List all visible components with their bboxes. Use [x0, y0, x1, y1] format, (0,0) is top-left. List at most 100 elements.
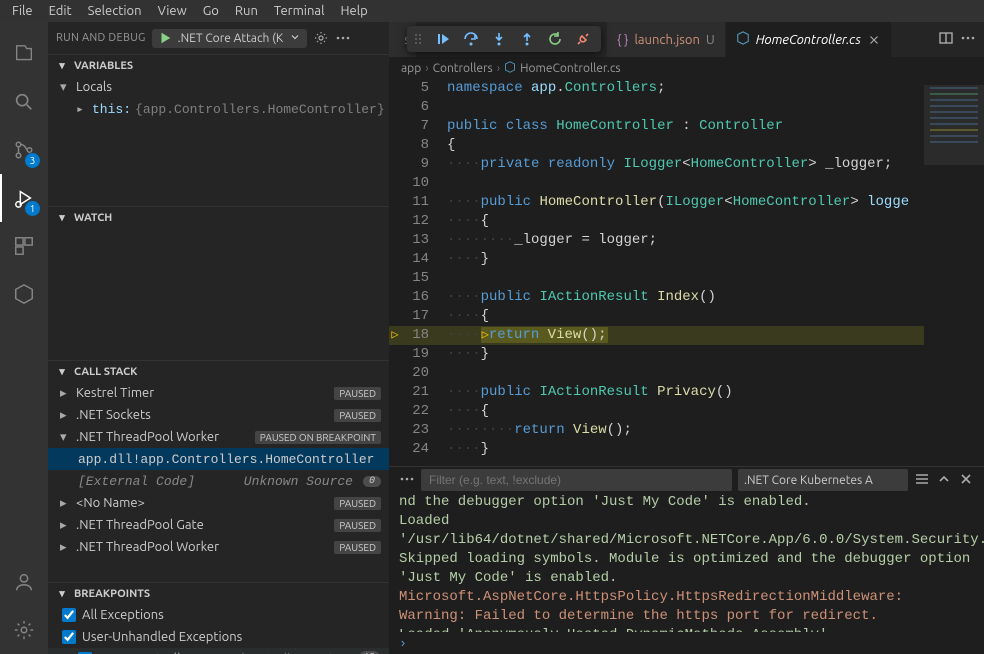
tab-launch-label: launch.json — [634, 33, 699, 47]
breadcrumb[interactable]: app › Controllers › HomeController.cs — [389, 57, 984, 79]
close-icon[interactable] — [958, 471, 974, 490]
menu-edit[interactable]: Edit — [41, 2, 80, 20]
restart-button[interactable] — [543, 27, 567, 51]
menu-help[interactable]: Help — [332, 2, 375, 20]
chevron-up-icon[interactable] — [936, 471, 952, 490]
run-config-name: .NET Core Attach (K — [178, 32, 284, 45]
thread-label: .NET ThreadPool Worker — [76, 540, 330, 554]
more-icon[interactable] — [960, 30, 976, 49]
breakpoint-line: 18 — [358, 651, 381, 654]
stack-frame[interactable]: app.dll!app.Controllers.HomeController — [48, 448, 389, 470]
search-icon[interactable] — [0, 78, 48, 126]
debug-icon[interactable]: 1 — [0, 174, 48, 222]
breadcrumb-item[interactable]: app — [401, 62, 421, 75]
chevron-right-icon: ▸ — [60, 386, 72, 401]
thread-row[interactable]: ▾.NET ThreadPool WorkerPAUSED ON BREAKPO… — [48, 426, 389, 448]
console-source-select[interactable]: .NET Core Kubernetes A — [738, 469, 908, 491]
thread-state: PAUSED ON BREAKPOINT — [255, 431, 381, 444]
scope-locals-label: Locals — [76, 80, 112, 94]
menu-bar: File Edit Selection View Go Run Terminal… — [0, 0, 984, 22]
section-breakpoints[interactable]: ▾ BREAKPOINTS — [48, 582, 389, 604]
scope-locals[interactable]: ▾ Locals — [48, 76, 389, 98]
wrap-icon[interactable] — [914, 471, 930, 490]
stack-frame-external[interactable]: [External Code]Unknown Source0 — [48, 470, 389, 492]
console-output[interactable]: nd the debugger option 'Just My Code' is… — [389, 493, 984, 632]
prompt-icon: › — [399, 636, 413, 651]
breakpoint-row[interactable]: HomeController.cs app/Controllers 18 — [48, 648, 389, 654]
chevron-right-icon: ▸ — [60, 518, 72, 533]
debug-console-panel: .NET Core Kubernetes A nd the debugger o… — [389, 466, 984, 654]
breadcrumb-item[interactable]: Controllers — [433, 62, 493, 75]
drag-handle-icon[interactable] — [409, 31, 427, 47]
callstack-body: ▸Kestrel TimerPAUSED ▸.NET SocketsPAUSED… — [48, 382, 389, 582]
section-callstack[interactable]: ▾ CALL STACK — [48, 360, 389, 382]
debug-sidebar: RUN AND DEBUG .NET Core Attach (K ▾ VARI… — [48, 22, 389, 654]
play-icon[interactable] — [158, 31, 172, 45]
breakpoint-checkbox[interactable] — [62, 608, 76, 622]
menu-terminal[interactable]: Terminal — [266, 2, 333, 20]
split-editor-icon[interactable] — [938, 30, 954, 49]
execution-pointer-icon: ▷ — [391, 326, 398, 345]
console-line: Microsoft.AspNetCore.HttpsPolicy.HttpsRe… — [399, 588, 974, 626]
breakpoint-checkbox[interactable] — [62, 630, 76, 644]
continue-button[interactable] — [431, 27, 455, 51]
menu-run[interactable]: Run — [227, 2, 266, 20]
more-icon[interactable] — [335, 30, 351, 46]
settings-icon[interactable] — [0, 606, 48, 654]
edit-icon[interactable] — [322, 651, 336, 654]
chevron-down-icon: ▾ — [60, 80, 72, 95]
activity-bar: 3 1 — [0, 22, 48, 654]
thread-label: .NET ThreadPool Gate — [76, 518, 330, 532]
thread-row[interactable]: ▸Kestrel TimerPAUSED — [48, 382, 389, 404]
minimap[interactable] — [924, 79, 984, 466]
chevron-down-icon: ▾ — [54, 59, 70, 72]
console-input[interactable]: › — [389, 632, 984, 654]
thread-row[interactable]: ▸.NET SocketsPAUSED — [48, 404, 389, 426]
section-variables[interactable]: ▾ VARIABLES — [48, 54, 389, 76]
csharp-icon — [504, 61, 516, 76]
more-icon[interactable] — [399, 471, 415, 490]
tab-launch[interactable]: { } launch.json U — [607, 22, 726, 57]
breakpoint-row[interactable]: User-Unhandled Exceptions — [48, 626, 389, 648]
menu-selection[interactable]: Selection — [80, 2, 150, 20]
kubernetes-icon[interactable] — [0, 270, 48, 318]
step-over-button[interactable] — [459, 27, 483, 51]
chevron-right-icon: ▸ — [60, 540, 72, 555]
csharp-icon — [736, 31, 750, 48]
thread-label: .NET ThreadPool Worker — [76, 430, 251, 444]
breakpoint-label: User-Unhandled Exceptions — [82, 630, 242, 644]
tab-modified-indicator: U — [706, 33, 715, 47]
step-out-button[interactable] — [515, 27, 539, 51]
breakpoint-label: All Exceptions — [82, 608, 164, 622]
extensions-icon[interactable] — [0, 222, 48, 270]
tab-actions — [930, 22, 984, 57]
step-into-button[interactable] — [487, 27, 511, 51]
menu-go[interactable]: Go — [195, 2, 227, 20]
menu-view[interactable]: View — [150, 2, 195, 20]
thread-row[interactable]: ▸.NET ThreadPool WorkerPAUSED — [48, 536, 389, 558]
gear-icon[interactable] — [313, 30, 329, 46]
explorer-icon[interactable] — [0, 30, 48, 78]
accounts-icon[interactable] — [0, 558, 48, 606]
menu-file[interactable]: File — [4, 2, 41, 20]
console-filter-input[interactable] — [421, 469, 732, 491]
run-config-select[interactable]: .NET Core Attach (K — [152, 29, 308, 48]
chevron-right-icon: ▸ — [60, 408, 72, 423]
breadcrumb-item[interactable]: HomeController.cs — [520, 62, 620, 75]
thread-row[interactable]: ▸<No Name>PAUSED — [48, 492, 389, 514]
disconnect-button[interactable] — [571, 27, 595, 51]
chevron-right-icon: ▸ — [60, 496, 72, 511]
tab-homecontroller[interactable]: HomeController.cs — [726, 22, 892, 57]
section-watch[interactable]: ▾ WATCH — [48, 206, 389, 228]
frame-count: 0 — [363, 476, 381, 487]
debug-toolbar[interactable] — [407, 26, 601, 52]
code-editor[interactable]: 5namespace app.Controllers; 6 7public cl… — [389, 79, 924, 466]
close-icon[interactable] — [340, 651, 354, 654]
scm-icon[interactable]: 3 — [0, 126, 48, 174]
breakpoint-row[interactable]: All Exceptions — [48, 604, 389, 626]
json-icon: { } — [617, 33, 628, 47]
variable-this[interactable]: ▸ this: {app.Controllers.HomeController} — [48, 98, 389, 120]
frame-label: app.dll!app.Controllers.HomeController — [78, 452, 381, 467]
close-icon[interactable] — [867, 33, 881, 47]
thread-row[interactable]: ▸.NET ThreadPool GatePAUSED — [48, 514, 389, 536]
